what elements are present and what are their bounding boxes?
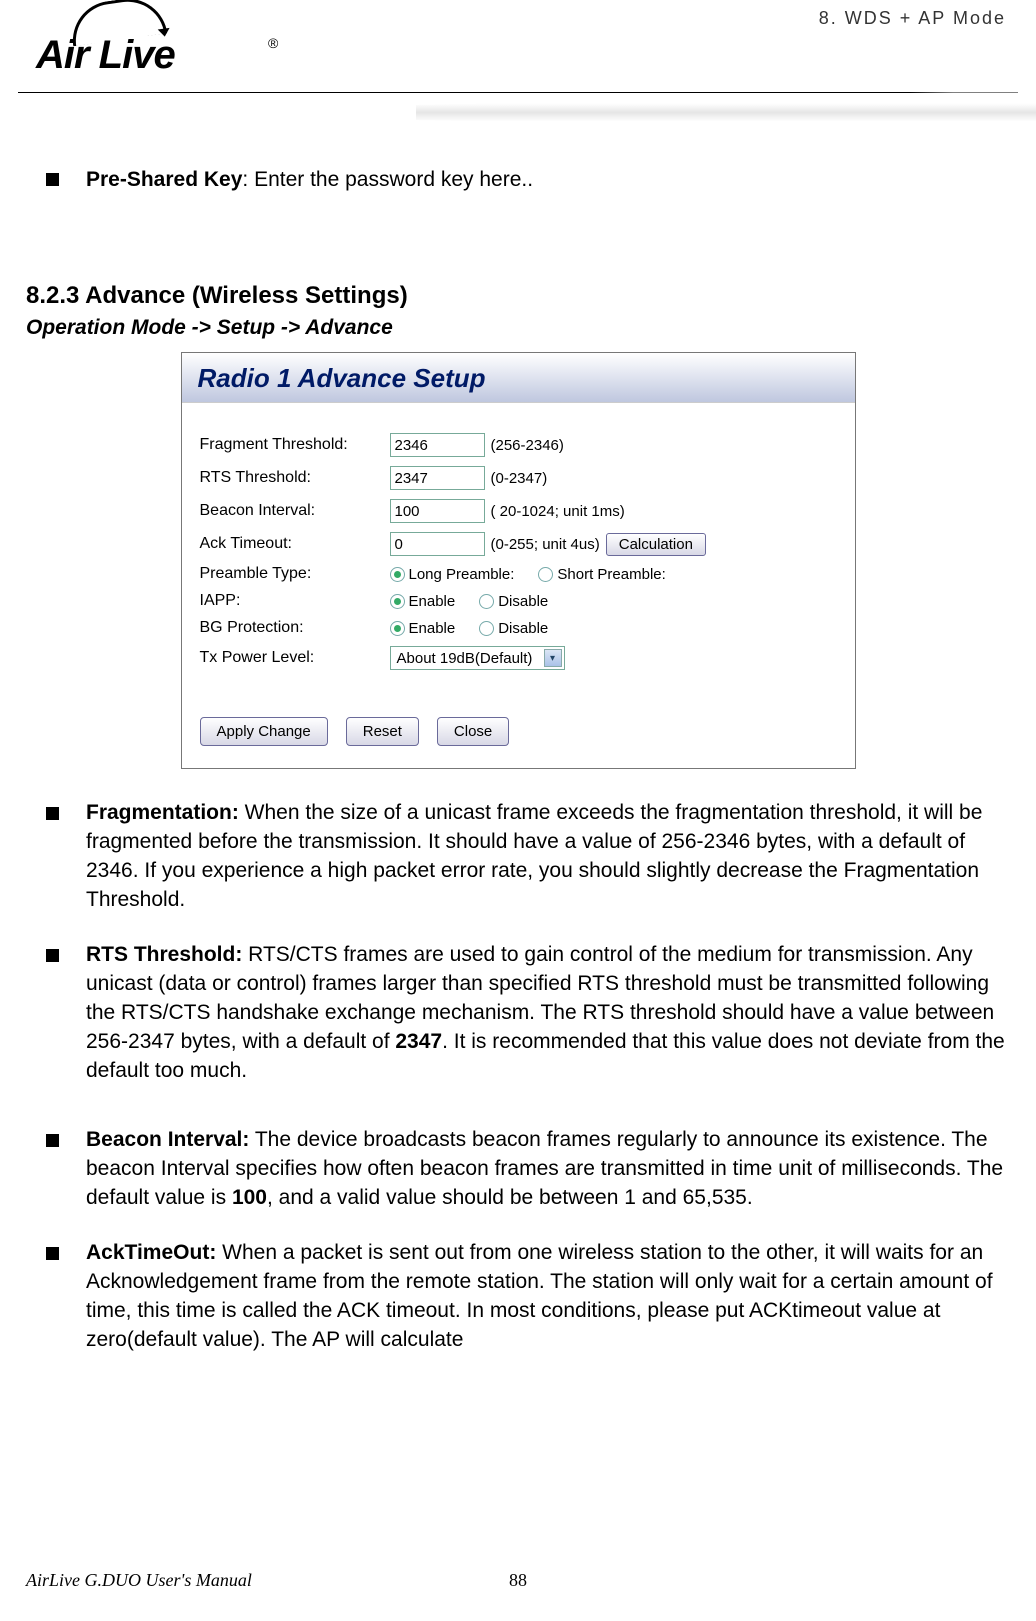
iapp-disable-text: Disable — [498, 593, 548, 610]
ack-timeout-row: Ack Timeout: (0-255; unit 4us) Calculati… — [200, 532, 837, 556]
iapp-enable-radio[interactable] — [390, 594, 405, 609]
iapp-row: IAPP: Enable Disable — [200, 592, 837, 610]
preamble-row: Preamble Type: Long Preamble: Short Prea… — [200, 565, 837, 583]
iapp-disable-radio[interactable] — [479, 594, 494, 609]
chevron-down-icon: ▾ — [544, 649, 562, 667]
fragment-input[interactable] — [390, 433, 485, 457]
iapp-label: IAPP: — [200, 592, 390, 610]
airlive-logo: Air Live ® — [18, 5, 278, 80]
frag-desc-label: Fragmentation: — [86, 801, 239, 824]
beacon-desc-label: Beacon Interval: — [86, 1128, 249, 1151]
short-preamble-radio[interactable] — [538, 567, 553, 582]
reset-button[interactable]: Reset — [346, 717, 419, 746]
page-content: Pre-Shared Key: Enter the password key h… — [26, 165, 1010, 1381]
rts-desc-bold: 2347 — [395, 1030, 442, 1053]
screenshot-title: Radio 1 Advance Setup — [182, 353, 855, 403]
header-swoosh — [416, 90, 1036, 135]
tx-power-row: Tx Power Level: About 19dB(Default) ▾ — [200, 646, 837, 670]
rts-threshold-row: RTS Threshold: (0-2347) — [200, 466, 837, 490]
ack-label: Ack Timeout: — [200, 535, 390, 553]
ack-input[interactable] — [390, 532, 485, 556]
psk-text: : Enter the password key here.. — [242, 168, 533, 191]
fragment-hint: (256-2346) — [491, 437, 564, 454]
section-heading: 8.2.3 Advance (Wireless Settings) — [26, 282, 1010, 310]
logo-text: Air Live — [36, 33, 175, 78]
apply-change-button[interactable]: Apply Change — [200, 717, 328, 746]
fragmentation-desc: Fragmentation: When the size of a unicas… — [86, 799, 1010, 915]
header-divider — [18, 92, 1018, 93]
bg-disable-radio[interactable] — [479, 621, 494, 636]
ack-desc-text: When a packet is sent out from one wirel… — [86, 1241, 993, 1351]
rts-desc: RTS Threshold: RTS/CTS frames are used t… — [86, 941, 1010, 1086]
page-footer: AirLive G.DUO User's Manual 88 — [26, 1570, 1010, 1591]
footer-manual-title: AirLive G.DUO User's Manual — [26, 1570, 252, 1591]
beacon-interval-row: Beacon Interval: ( 20-1024; unit 1ms) — [200, 499, 837, 523]
chapter-header: 8. WDS + AP Mode — [819, 8, 1006, 29]
fragment-threshold-row: Fragment Threshold: (256-2346) — [200, 433, 837, 457]
bg-protection-row: BG Protection: Enable Disable — [200, 619, 837, 637]
long-preamble-text: Long Preamble: — [409, 566, 515, 583]
iapp-enable-text: Enable — [409, 593, 456, 610]
bg-disable-text: Disable — [498, 620, 548, 637]
bg-enable-text: Enable — [409, 620, 456, 637]
beacon-label: Beacon Interval: — [200, 502, 390, 520]
registered-mark: ® — [268, 35, 278, 51]
ack-desc-label: AckTimeOut: — [86, 1241, 216, 1264]
txpower-label: Tx Power Level: — [200, 649, 390, 667]
rts-desc-label: RTS Threshold: — [86, 943, 242, 966]
rts-input[interactable] — [390, 466, 485, 490]
short-preamble-text: Short Preamble: — [557, 566, 665, 583]
beacon-desc-after: , and a valid value should be between 1 … — [267, 1186, 753, 1209]
bg-enable-radio[interactable] — [390, 621, 405, 636]
beacon-input[interactable] — [390, 499, 485, 523]
ack-desc: AckTimeOut: When a packet is sent out fr… — [86, 1239, 1010, 1355]
ack-hint: (0-255; unit 4us) — [491, 536, 600, 553]
close-button[interactable]: Close — [437, 717, 509, 746]
beacon-hint: ( 20-1024; unit 1ms) — [491, 503, 625, 520]
txpower-value: About 19dB(Default) — [397, 650, 533, 667]
preamble-label: Preamble Type: — [200, 565, 390, 583]
psk-label: Pre-Shared Key — [86, 168, 242, 191]
calculation-button[interactable]: Calculation — [606, 533, 706, 556]
beacon-desc-bold: 100 — [232, 1186, 267, 1209]
beacon-desc: Beacon Interval: The device broadcasts b… — [86, 1126, 1010, 1213]
rts-hint: (0-2347) — [491, 470, 548, 487]
page-number: 88 — [509, 1570, 527, 1591]
breadcrumb: Operation Mode -> Setup -> Advance — [26, 316, 1010, 340]
fragment-label: Fragment Threshold: — [200, 436, 390, 454]
bg-label: BG Protection: — [200, 619, 390, 637]
long-preamble-radio[interactable] — [390, 567, 405, 582]
rts-label: RTS Threshold: — [200, 469, 390, 487]
pre-shared-key-item: Pre-Shared Key: Enter the password key h… — [86, 165, 1010, 194]
settings-screenshot: Radio 1 Advance Setup Fragment Threshold… — [181, 352, 856, 769]
txpower-select[interactable]: About 19dB(Default) ▾ — [390, 646, 565, 670]
